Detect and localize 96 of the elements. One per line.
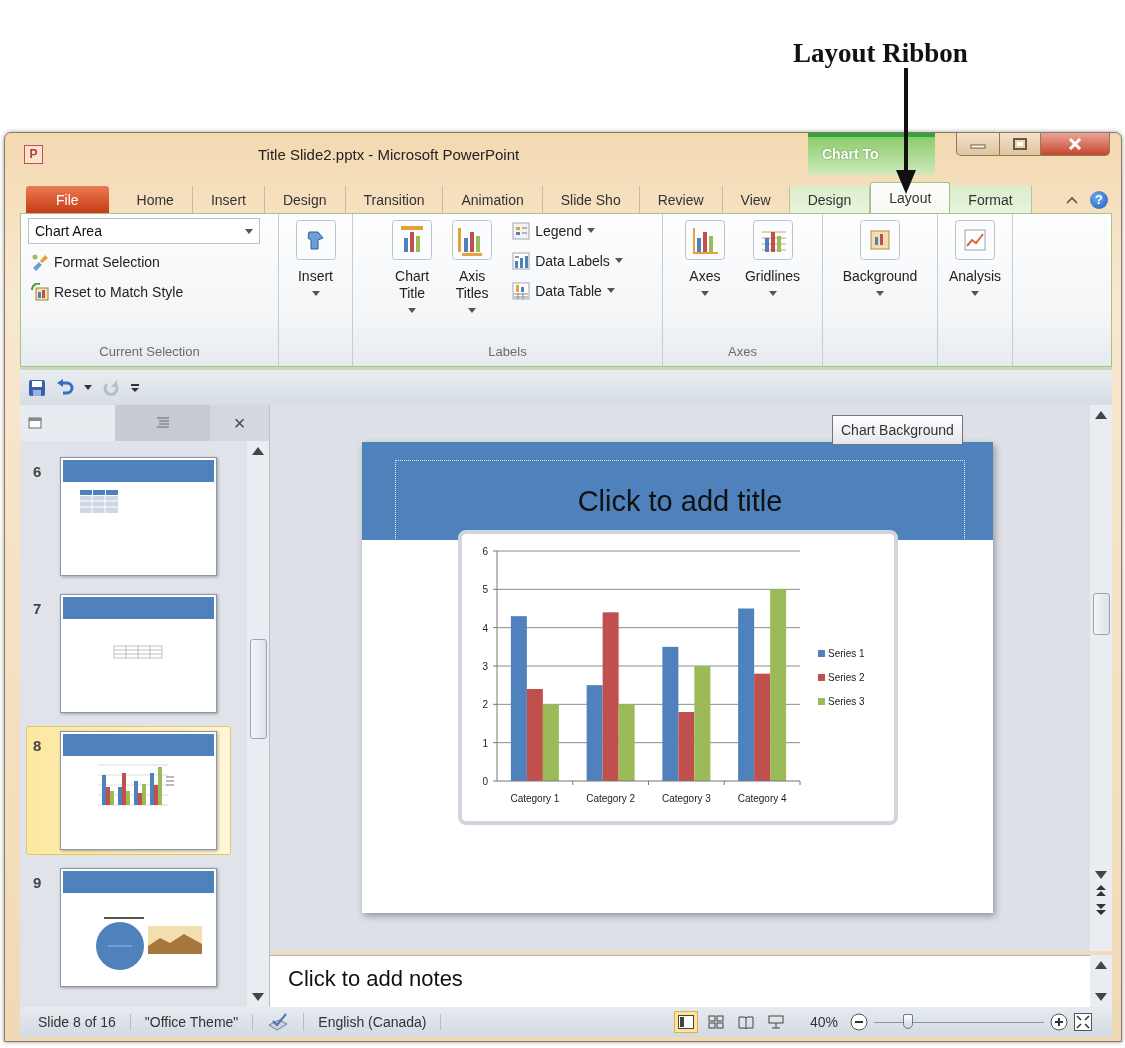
ribbon-button[interactable]: Chart Title <box>389 218 436 315</box>
ribbon-button[interactable]: Axis Titles <box>449 218 496 315</box>
customize-toolbar-icon[interactable] <box>130 382 140 393</box>
slide-list-item[interactable]: 6 <box>26 452 231 581</box>
spelling-check-icon[interactable] <box>267 1013 290 1031</box>
legend-label: Series 2 <box>828 672 865 683</box>
trendline-icon <box>955 220 995 260</box>
slide-number: 8 <box>33 736 43 756</box>
close-pane-button[interactable]: × <box>210 405 269 441</box>
maximize-button[interactable] <box>1000 133 1041 156</box>
slide-list-item[interactable]: 8 <box>26 726 231 855</box>
ribbon-button[interactable]: Axes <box>681 218 728 298</box>
data-table-icon <box>512 281 531 300</box>
scroll-down-button[interactable] <box>1095 871 1107 879</box>
slide-number: 7 <box>33 599 43 619</box>
scroll-up-button[interactable] <box>252 447 264 455</box>
axis-titles-icon <box>452 220 493 260</box>
status-text: English (Canada) <box>304 1014 442 1030</box>
slide-list-item[interactable]: 9 <box>26 863 231 992</box>
axis-tick-label: 4 <box>482 622 488 634</box>
ribbon-tab[interactable]: Layout <box>870 182 951 213</box>
scrollbar-thumb[interactable] <box>1092 593 1110 635</box>
status-text: Slide 8 of 16 <box>20 1014 131 1030</box>
dropdown-field[interactable]: Chart Area <box>28 218 260 244</box>
scroll-up-button[interactable] <box>1095 961 1107 969</box>
previous-slide-button[interactable] <box>1096 885 1106 897</box>
chart-title-icon <box>392 220 433 260</box>
legend-icon <box>512 221 531 240</box>
ribbon-button[interactable]: Insert <box>292 218 339 298</box>
axes-icon <box>684 220 725 260</box>
category-label: Category 1 <box>510 793 560 804</box>
chart-frame[interactable]: 0 1 2 3 4 5 6 Series 1 Series 2 Series 3 Category 1 Category 2 Category 3 Category 4 <box>458 530 898 825</box>
maximize-icon <box>1013 138 1027 150</box>
ribbon-button[interactable]: Reset to Match Style <box>28 279 260 304</box>
legend-label: Series 3 <box>828 696 865 707</box>
collapse-ribbon-icon[interactable] <box>1066 195 1078 204</box>
axis-tick-label: 0 <box>482 776 488 787</box>
undo-icon[interactable] <box>56 378 74 397</box>
reset-style-icon <box>31 282 49 301</box>
normal-view-button[interactable] <box>673 1011 698 1033</box>
notes-pane[interactable]: Click to add notes <box>270 955 1090 1007</box>
slide-number: 6 <box>33 462 43 482</box>
ribbon-button[interactable]: Gridlines <box>741 218 804 298</box>
format-brush-icon <box>31 252 49 271</box>
ribbon-button[interactable]: Data Table <box>509 278 626 303</box>
ribbon-button[interactable]: Legend <box>509 218 626 243</box>
zoom-out-icon[interactable] <box>850 1013 868 1031</box>
axis-tick-label: 5 <box>482 584 488 596</box>
caret-icon <box>245 228 253 234</box>
axis-tick-label: 2 <box>482 699 488 711</box>
insert-shape-icon <box>295 220 336 260</box>
app-icon[interactable]: P <box>24 144 43 164</box>
slide-number: 9 <box>33 873 43 893</box>
zoom-level-text[interactable]: 40% <box>809 1014 838 1030</box>
annotation-label: Layout Ribbon <box>793 38 968 68</box>
close-button[interactable] <box>1041 133 1110 156</box>
scroll-down-button[interactable] <box>252 993 264 1001</box>
axis-tick-label: 1 <box>482 737 488 749</box>
ribbon-tab[interactable]: File <box>26 186 109 213</box>
close-icon <box>1068 138 1082 150</box>
scroll-down-button[interactable] <box>1095 993 1107 1001</box>
scrollbar-thumb[interactable] <box>249 639 267 739</box>
next-slide-button[interactable] <box>1096 903 1106 915</box>
save-icon[interactable] <box>28 378 46 397</box>
minimize-button[interactable] <box>956 133 1000 156</box>
tooltip: Chart Background <box>832 415 963 445</box>
axis-tick-label: 3 <box>482 661 488 672</box>
zoom-in-icon[interactable] <box>1050 1013 1068 1031</box>
slide-icon <box>28 417 42 429</box>
category-label: Category 2 <box>586 793 636 804</box>
context-tab-label: Chart To <box>808 133 935 175</box>
group-label: Axes <box>728 344 757 359</box>
category-label: Category 3 <box>661 793 711 804</box>
chart-background-icon <box>860 220 900 260</box>
ribbon-button[interactable]: Data Labels <box>509 248 626 273</box>
legend-label: Series 1 <box>828 648 865 659</box>
ribbon-tab[interactable]: Format <box>950 186 1032 213</box>
ribbon-button[interactable]: Analysis <box>945 218 1005 298</box>
slide-list-item[interactable]: 7 <box>26 589 231 718</box>
window-title: Title Slide2.pptx - Microsoft PowerPoint <box>257 145 521 163</box>
ribbon-tab[interactable]: Design <box>789 186 871 213</box>
notes-placeholder: Click to add notes <box>288 966 463 991</box>
fit-to-window-icon[interactable] <box>1074 1013 1092 1031</box>
ribbon-button[interactable]: Background <box>839 218 921 298</box>
caret-icon[interactable] <box>84 385 92 390</box>
status-text: "Office Theme" <box>130 1014 254 1030</box>
axis-tick-label: 6 <box>482 546 488 557</box>
gridlines-icon <box>752 220 793 260</box>
outline-icon <box>155 417 170 429</box>
group-label: Labels <box>488 344 527 359</box>
data-labels-icon <box>512 251 531 270</box>
category-label: Category 4 <box>737 793 787 804</box>
group-label: Current Selection <box>99 344 200 359</box>
scroll-up-button[interactable] <box>1095 411 1107 419</box>
zoom-slider-thumb[interactable] <box>903 1014 913 1029</box>
ribbon-button[interactable]: Format Selection <box>28 249 260 274</box>
